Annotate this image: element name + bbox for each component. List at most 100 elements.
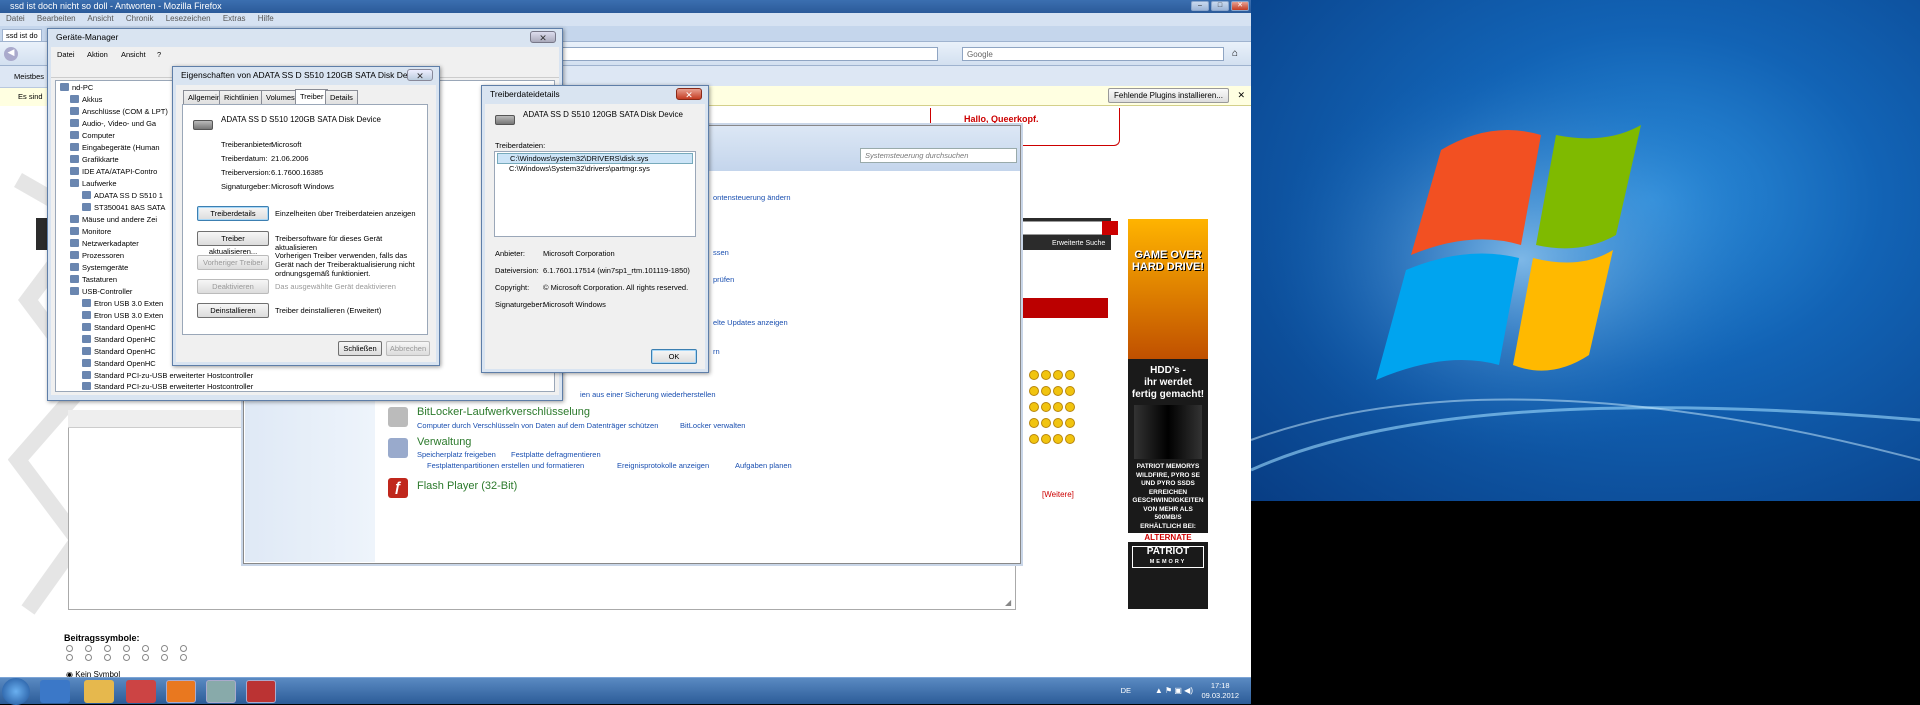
cp-link[interactable]: ssen bbox=[713, 248, 729, 257]
smiley-icon[interactable] bbox=[1065, 370, 1075, 380]
advanced-search-link[interactable]: Erweiterte Suche bbox=[1052, 240, 1105, 247]
properties-close-button[interactable]: ✕ bbox=[407, 69, 433, 81]
task-scheduler-link[interactable]: Aufgaben planen bbox=[735, 461, 792, 470]
post-icon-radio[interactable] bbox=[161, 645, 168, 652]
search-input[interactable]: Google bbox=[962, 47, 1224, 61]
home-icon[interactable]: ⌂ bbox=[1232, 48, 1246, 61]
cp-link[interactable]: ien aus einer Sicherung wiederherstellen bbox=[580, 390, 716, 399]
maximize-button[interactable]: □ bbox=[1211, 1, 1229, 11]
device-manager-taskbar-icon[interactable] bbox=[206, 680, 236, 703]
post-icon-radio[interactable] bbox=[180, 645, 187, 652]
smiley-icon[interactable] bbox=[1065, 418, 1075, 428]
smiley-icon[interactable] bbox=[1029, 418, 1039, 428]
plugin-bar-close-icon[interactable]: ✕ bbox=[1237, 90, 1245, 101]
smiley-icon[interactable] bbox=[1065, 434, 1075, 444]
smiley-icon[interactable] bbox=[1029, 386, 1039, 396]
tab-volumes[interactable]: Volumes bbox=[261, 90, 300, 104]
control-panel-taskbar-icon[interactable] bbox=[246, 680, 276, 703]
smiley-icon[interactable] bbox=[1053, 402, 1063, 412]
driver-details-button[interactable]: Treiberdetails bbox=[197, 206, 269, 221]
tree-item[interactable]: Standard OpenHC bbox=[94, 347, 156, 356]
menu-chronik[interactable]: Chronik bbox=[126, 14, 154, 23]
free-space-link[interactable]: Speicherplatz freigeben bbox=[417, 450, 496, 459]
tree-item[interactable]: Prozessoren bbox=[82, 251, 124, 260]
cp-link[interactable]: rn bbox=[713, 347, 720, 356]
resize-grip-icon[interactable]: ◢ bbox=[1005, 598, 1015, 608]
defrag-link[interactable]: Festplatte defragmentieren bbox=[511, 450, 601, 459]
dm-menu-help[interactable]: ? bbox=[157, 50, 161, 59]
update-driver-button[interactable]: Treiber aktualisieren... bbox=[197, 231, 269, 256]
event-log-link[interactable]: Ereignisprotokolle anzeigen bbox=[617, 461, 709, 470]
post-icon-radio[interactable] bbox=[161, 654, 168, 661]
tree-item[interactable]: nd-PC bbox=[72, 83, 93, 92]
uninstall-driver-button[interactable]: Deinstallieren bbox=[197, 303, 269, 318]
tree-item[interactable]: Standard OpenHC bbox=[94, 359, 156, 368]
rollback-driver-button[interactable]: Vorheriger Treiber bbox=[197, 255, 269, 270]
tree-item[interactable]: USB-Controller bbox=[82, 287, 132, 296]
url-input[interactable] bbox=[560, 47, 938, 61]
tree-item[interactable]: ADATA SS D S510 1 bbox=[94, 191, 163, 200]
post-icon-radio[interactable] bbox=[104, 645, 111, 652]
tree-item[interactable]: Monitore bbox=[82, 227, 111, 236]
smiley-icon[interactable] bbox=[1029, 434, 1039, 444]
firefox-icon[interactable] bbox=[166, 680, 196, 703]
cp-link[interactable]: ontensteuerung ändern bbox=[713, 193, 791, 202]
cp-link[interactable]: elte Updates anzeigen bbox=[713, 318, 788, 327]
bookmark-meistbesucht[interactable]: Meistbes bbox=[14, 72, 44, 81]
bitlocker-protect-link[interactable]: Computer durch Verschlüsseln von Daten a… bbox=[417, 421, 658, 430]
tree-item[interactable]: Systemgeräte bbox=[82, 263, 128, 272]
smiley-icon[interactable] bbox=[1041, 434, 1051, 444]
driver-file-item[interactable]: C:\Windows\system32\DRIVERS\disk.sys bbox=[497, 153, 693, 164]
tree-item[interactable]: Standard OpenHC bbox=[94, 323, 156, 332]
disable-device-button[interactable]: Deaktivieren bbox=[197, 279, 269, 294]
tree-item[interactable]: Netzwerkadapter bbox=[82, 239, 139, 248]
tree-item[interactable]: Anschlüsse (COM & LPT) bbox=[82, 107, 168, 116]
advertisement-banner[interactable]: GAME OVER HARD DRIVE! HDD's - ihr werdet… bbox=[1128, 219, 1208, 609]
tree-item[interactable]: Audio-, Video- und Ga bbox=[82, 119, 156, 128]
tree-item[interactable]: Grafikkarte bbox=[82, 155, 119, 164]
smiley-icon[interactable] bbox=[1029, 370, 1039, 380]
post-icon-radio[interactable] bbox=[142, 654, 149, 661]
smiley-icon[interactable] bbox=[1029, 402, 1039, 412]
post-icon-radio[interactable] bbox=[123, 654, 130, 661]
menu-bearbeiten[interactable]: Bearbeiten bbox=[37, 14, 76, 23]
forum-search-input[interactable] bbox=[1020, 221, 1115, 235]
post-icon-radio[interactable] bbox=[66, 645, 73, 652]
install-plugins-button[interactable]: Fehlende Plugins installieren... bbox=[1108, 88, 1229, 103]
tab-richtlinien[interactable]: Richtlinien bbox=[219, 90, 264, 104]
menu-datei[interactable]: Datei bbox=[6, 14, 25, 23]
smiley-icon[interactable] bbox=[1053, 418, 1063, 428]
smiley-icon[interactable] bbox=[1041, 386, 1051, 396]
smiley-icon[interactable] bbox=[1041, 402, 1051, 412]
tab-details[interactable]: Details bbox=[325, 90, 358, 104]
bitlocker-manage-link[interactable]: BitLocker verwalten bbox=[680, 421, 745, 430]
internet-explorer-icon[interactable] bbox=[40, 680, 70, 703]
post-icon-radio[interactable] bbox=[85, 645, 92, 652]
language-indicator[interactable]: DE bbox=[1121, 686, 1131, 695]
post-icon-radio[interactable] bbox=[104, 654, 111, 661]
minimize-button[interactable]: – bbox=[1191, 1, 1209, 11]
tree-item[interactable]: Standard PCI-zu-USB erweiterter Hostcont… bbox=[94, 371, 253, 380]
ok-button[interactable]: OK bbox=[651, 349, 697, 364]
explorer-icon[interactable] bbox=[84, 680, 114, 703]
administration-heading[interactable]: Verwaltung bbox=[417, 436, 471, 448]
tree-item[interactable]: Etron USB 3.0 Exten bbox=[94, 299, 163, 308]
menu-ansicht[interactable]: Ansicht bbox=[87, 14, 113, 23]
tree-item[interactable]: Standard OpenHC bbox=[94, 335, 156, 344]
control-panel-search-input[interactable]: Systemsteuerung durchsuchen bbox=[860, 148, 1017, 163]
tree-item[interactable]: Standard PCI-zu-USB erweiterter Hostcont… bbox=[94, 382, 253, 391]
tree-item[interactable]: IDE ATA/ATAPI-Contro bbox=[82, 167, 157, 176]
close-button[interactable]: ✕ bbox=[1231, 1, 1249, 11]
post-icon-radio[interactable] bbox=[123, 645, 130, 652]
smiley-icon[interactable] bbox=[1041, 418, 1051, 428]
tree-item[interactable]: Eingabegeräte (Human bbox=[82, 143, 160, 152]
post-icon-radio[interactable] bbox=[66, 654, 73, 661]
back-icon[interactable]: ◀ bbox=[4, 47, 18, 61]
forum-search-button[interactable] bbox=[1102, 221, 1118, 235]
tree-item[interactable]: Mäuse und andere Zei bbox=[82, 215, 157, 224]
smiley-icon[interactable] bbox=[1065, 402, 1075, 412]
smiley-icon[interactable] bbox=[1065, 386, 1075, 396]
post-icon-radio[interactable] bbox=[85, 654, 92, 661]
smiley-icon[interactable] bbox=[1053, 434, 1063, 444]
tree-item[interactable]: Tastaturen bbox=[82, 275, 117, 284]
